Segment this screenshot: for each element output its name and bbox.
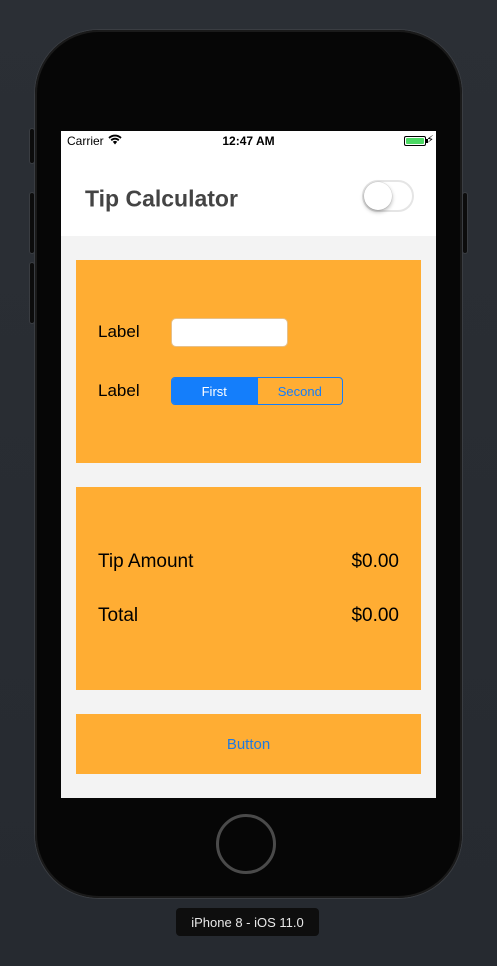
volume-up-button — [29, 192, 35, 254]
total-value: $0.00 — [351, 605, 399, 626]
status-time: 12:47 AM — [222, 134, 275, 148]
charging-bolt-icon: ⚡ — [426, 134, 434, 146]
result-card: Tip Amount $0.00 Total $0.00 — [76, 487, 421, 690]
mute-switch — [29, 128, 35, 164]
segment-first[interactable]: First — [172, 378, 257, 404]
bill-label: Label — [98, 322, 140, 341]
battery-icon — [404, 136, 426, 146]
page-title: Tip Calculator — [85, 185, 238, 212]
navigation-bar: Tip Calculator — [61, 151, 436, 236]
input-card: Label Label First Second — [76, 260, 421, 463]
theme-toggle[interactable] — [362, 180, 414, 212]
app-screen: Carrier 12:47 AM ⚡ Tip Calculator Label … — [61, 131, 436, 798]
tip-amount-value: $0.00 — [351, 551, 399, 572]
bill-amount-field[interactable] — [171, 318, 288, 347]
simulator-device-label: iPhone 8 - iOS 11.0 — [176, 908, 319, 936]
battery-level — [406, 138, 424, 144]
volume-down-button — [29, 262, 35, 324]
action-button[interactable]: Button — [76, 714, 421, 774]
tip-percentage-label: Label — [98, 381, 140, 400]
action-card: Button — [76, 714, 421, 774]
tip-amount-label: Tip Amount — [98, 551, 194, 572]
segment-second[interactable]: Second — [256, 378, 343, 404]
toggle-knob — [364, 182, 392, 210]
power-button — [462, 192, 468, 254]
total-label: Total — [98, 605, 139, 626]
status-bar: Carrier 12:47 AM ⚡ — [61, 131, 436, 151]
home-button[interactable] — [216, 814, 276, 874]
tip-percentage-segmented-control[interactable]: First Second — [171, 377, 343, 405]
